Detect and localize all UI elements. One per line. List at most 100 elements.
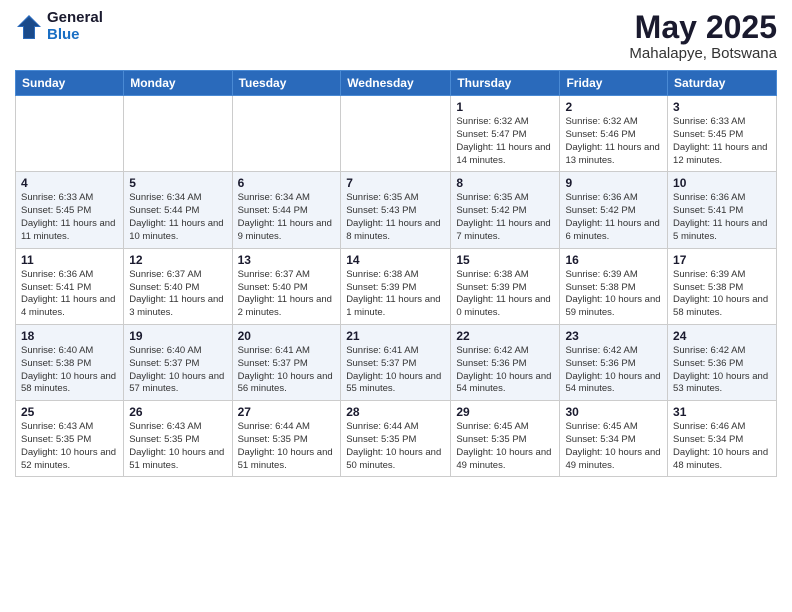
table-row: 8 Sunrise: 6:35 AM Sunset: 5:42 PM Daylig… (451, 172, 560, 248)
logo-text: General Blue (47, 10, 103, 43)
header: General Blue May 2025 Mahalapye, Botswan… (15, 10, 777, 62)
day-number: 26 (129, 405, 226, 419)
day-number: 23 (565, 329, 662, 343)
col-thursday: Thursday (451, 71, 560, 96)
day-info: Sunrise: 6:43 AM Sunset: 5:35 PM Dayligh… (129, 421, 226, 472)
day-number: 2 (565, 100, 662, 114)
day-number: 27 (238, 405, 336, 419)
logo-icon (15, 13, 43, 41)
table-row: 11Sunrise: 6:36 AM Sunset: 5:41 PM Dayli… (16, 248, 124, 324)
table-row (341, 96, 451, 172)
table-row: 30Sunrise: 6:45 AM Sunset: 5:34 PM Dayli… (560, 401, 668, 477)
day-number: 21 (346, 329, 445, 343)
day-info: Sunrise: 6:38 AM Sunset: 5:39 PM Dayligh… (456, 269, 554, 320)
day-info: Sunrise: 6:35 AM Sunset: 5:43 PM Dayligh… (346, 192, 445, 243)
day-number: 30 (565, 405, 662, 419)
table-row: 2Sunrise: 6:32 AM Sunset: 5:46 PM Daylig… (560, 96, 668, 172)
day-number: 19 (129, 329, 226, 343)
day-number: 7 (346, 176, 445, 190)
table-row: 18Sunrise: 6:40 AM Sunset: 5:38 PM Dayli… (16, 324, 124, 400)
day-number: 20 (238, 329, 336, 343)
col-wednesday: Wednesday (341, 71, 451, 96)
table-row: 10Sunrise: 6:36 AM Sunset: 5:41 PM Dayli… (668, 172, 777, 248)
col-saturday: Saturday (668, 71, 777, 96)
day-number: 31 (673, 405, 771, 419)
day-info: Sunrise: 6:36 AM Sunset: 5:41 PM Dayligh… (673, 192, 771, 243)
table-row: 27 Sunrise: 6:44 AM Sunset: 5:35 PM Dayli… (232, 401, 341, 477)
table-row: 12 Sunrise: 6:37 AM Sunset: 5:40 PM Dayli… (124, 248, 232, 324)
title-block: May 2025 Mahalapye, Botswana (629, 10, 777, 62)
table-row (232, 96, 341, 172)
table-row: 4Sunrise: 6:33 AM Sunset: 5:45 PM Daylig… (16, 172, 124, 248)
table-row: 17 Sunrise: 6:39 AM Sunset: 5:38 PM Dayli… (668, 248, 777, 324)
day-info: Sunrise: 6:37 AM Sunset: 5:40 PM Dayligh… (238, 269, 336, 320)
day-info: Sunrise: 6:36 AM Sunset: 5:41 PM Dayligh… (21, 269, 118, 320)
table-row: 25 Sunrise: 6:43 AM Sunset: 5:35 PM Dayli… (16, 401, 124, 477)
day-number: 16 (565, 253, 662, 267)
day-number: 12 (129, 253, 226, 267)
day-number: 17 (673, 253, 771, 267)
table-row: 7 Sunrise: 6:35 AM Sunset: 5:43 PM Daylig… (341, 172, 451, 248)
day-info: Sunrise: 6:41 AM Sunset: 5:37 PM Dayligh… (238, 345, 336, 396)
table-row: 29 Sunrise: 6:45 AM Sunset: 5:35 PM Dayli… (451, 401, 560, 477)
calendar-week-row: 1 Sunrise: 6:32 AM Sunset: 5:47 PM Daylig… (16, 96, 777, 172)
day-number: 29 (456, 405, 554, 419)
day-info: Sunrise: 6:44 AM Sunset: 5:35 PM Dayligh… (238, 421, 336, 472)
col-friday: Friday (560, 71, 668, 96)
table-row: 9Sunrise: 6:36 AM Sunset: 5:42 PM Daylig… (560, 172, 668, 248)
day-number: 9 (565, 176, 662, 190)
day-number: 28 (346, 405, 445, 419)
col-sunday: Sunday (16, 71, 124, 96)
header-row: Sunday Monday Tuesday Wednesday Thursday… (16, 71, 777, 96)
day-number: 22 (456, 329, 554, 343)
day-info: Sunrise: 6:34 AM Sunset: 5:44 PM Dayligh… (238, 192, 336, 243)
table-row: 15 Sunrise: 6:38 AM Sunset: 5:39 PM Dayli… (451, 248, 560, 324)
table-row: 1 Sunrise: 6:32 AM Sunset: 5:47 PM Daylig… (451, 96, 560, 172)
day-info: Sunrise: 6:32 AM Sunset: 5:47 PM Dayligh… (456, 116, 554, 167)
day-number: 5 (129, 176, 226, 190)
calendar-table: Sunday Monday Tuesday Wednesday Thursday… (15, 70, 777, 477)
table-row (16, 96, 124, 172)
day-info: Sunrise: 6:45 AM Sunset: 5:35 PM Dayligh… (456, 421, 554, 472)
day-number: 24 (673, 329, 771, 343)
day-number: 14 (346, 253, 445, 267)
day-info: Sunrise: 6:35 AM Sunset: 5:42 PM Dayligh… (456, 192, 554, 243)
day-info: Sunrise: 6:34 AM Sunset: 5:44 PM Dayligh… (129, 192, 226, 243)
day-info: Sunrise: 6:40 AM Sunset: 5:37 PM Dayligh… (129, 345, 226, 396)
page: General Blue May 2025 Mahalapye, Botswan… (0, 0, 792, 612)
col-monday: Monday (124, 71, 232, 96)
calendar-subtitle: Mahalapye, Botswana (629, 45, 777, 62)
day-info: Sunrise: 6:42 AM Sunset: 5:36 PM Dayligh… (456, 345, 554, 396)
day-info: Sunrise: 6:46 AM Sunset: 5:34 PM Dayligh… (673, 421, 771, 472)
table-row: 14Sunrise: 6:38 AM Sunset: 5:39 PM Dayli… (341, 248, 451, 324)
logo-general-text: General (47, 10, 103, 27)
day-info: Sunrise: 6:39 AM Sunset: 5:38 PM Dayligh… (673, 269, 771, 320)
day-number: 25 (21, 405, 118, 419)
table-row: 6Sunrise: 6:34 AM Sunset: 5:44 PM Daylig… (232, 172, 341, 248)
day-info: Sunrise: 6:39 AM Sunset: 5:38 PM Dayligh… (565, 269, 662, 320)
calendar-week-row: 25 Sunrise: 6:43 AM Sunset: 5:35 PM Dayli… (16, 401, 777, 477)
day-number: 1 (456, 100, 554, 114)
calendar-week-row: 4Sunrise: 6:33 AM Sunset: 5:45 PM Daylig… (16, 172, 777, 248)
day-number: 8 (456, 176, 554, 190)
table-row: 22 Sunrise: 6:42 AM Sunset: 5:36 PM Dayli… (451, 324, 560, 400)
calendar-title: May 2025 (629, 10, 777, 45)
day-info: Sunrise: 6:41 AM Sunset: 5:37 PM Dayligh… (346, 345, 445, 396)
table-row: 24Sunrise: 6:42 AM Sunset: 5:36 PM Dayli… (668, 324, 777, 400)
table-row: 28 Sunrise: 6:44 AM Sunset: 5:35 PM Dayli… (341, 401, 451, 477)
col-tuesday: Tuesday (232, 71, 341, 96)
day-info: Sunrise: 6:44 AM Sunset: 5:35 PM Dayligh… (346, 421, 445, 472)
day-info: Sunrise: 6:42 AM Sunset: 5:36 PM Dayligh… (565, 345, 662, 396)
day-number: 3 (673, 100, 771, 114)
day-number: 13 (238, 253, 336, 267)
table-row: 16 Sunrise: 6:39 AM Sunset: 5:38 PM Dayli… (560, 248, 668, 324)
day-info: Sunrise: 6:37 AM Sunset: 5:40 PM Dayligh… (129, 269, 226, 320)
table-row (124, 96, 232, 172)
day-number: 18 (21, 329, 118, 343)
calendar-week-row: 18Sunrise: 6:40 AM Sunset: 5:38 PM Dayli… (16, 324, 777, 400)
day-number: 4 (21, 176, 118, 190)
logo-blue-text: Blue (47, 27, 103, 44)
day-number: 15 (456, 253, 554, 267)
day-info: Sunrise: 6:43 AM Sunset: 5:35 PM Dayligh… (21, 421, 118, 472)
table-row: 31 Sunrise: 6:46 AM Sunset: 5:34 PM Dayli… (668, 401, 777, 477)
